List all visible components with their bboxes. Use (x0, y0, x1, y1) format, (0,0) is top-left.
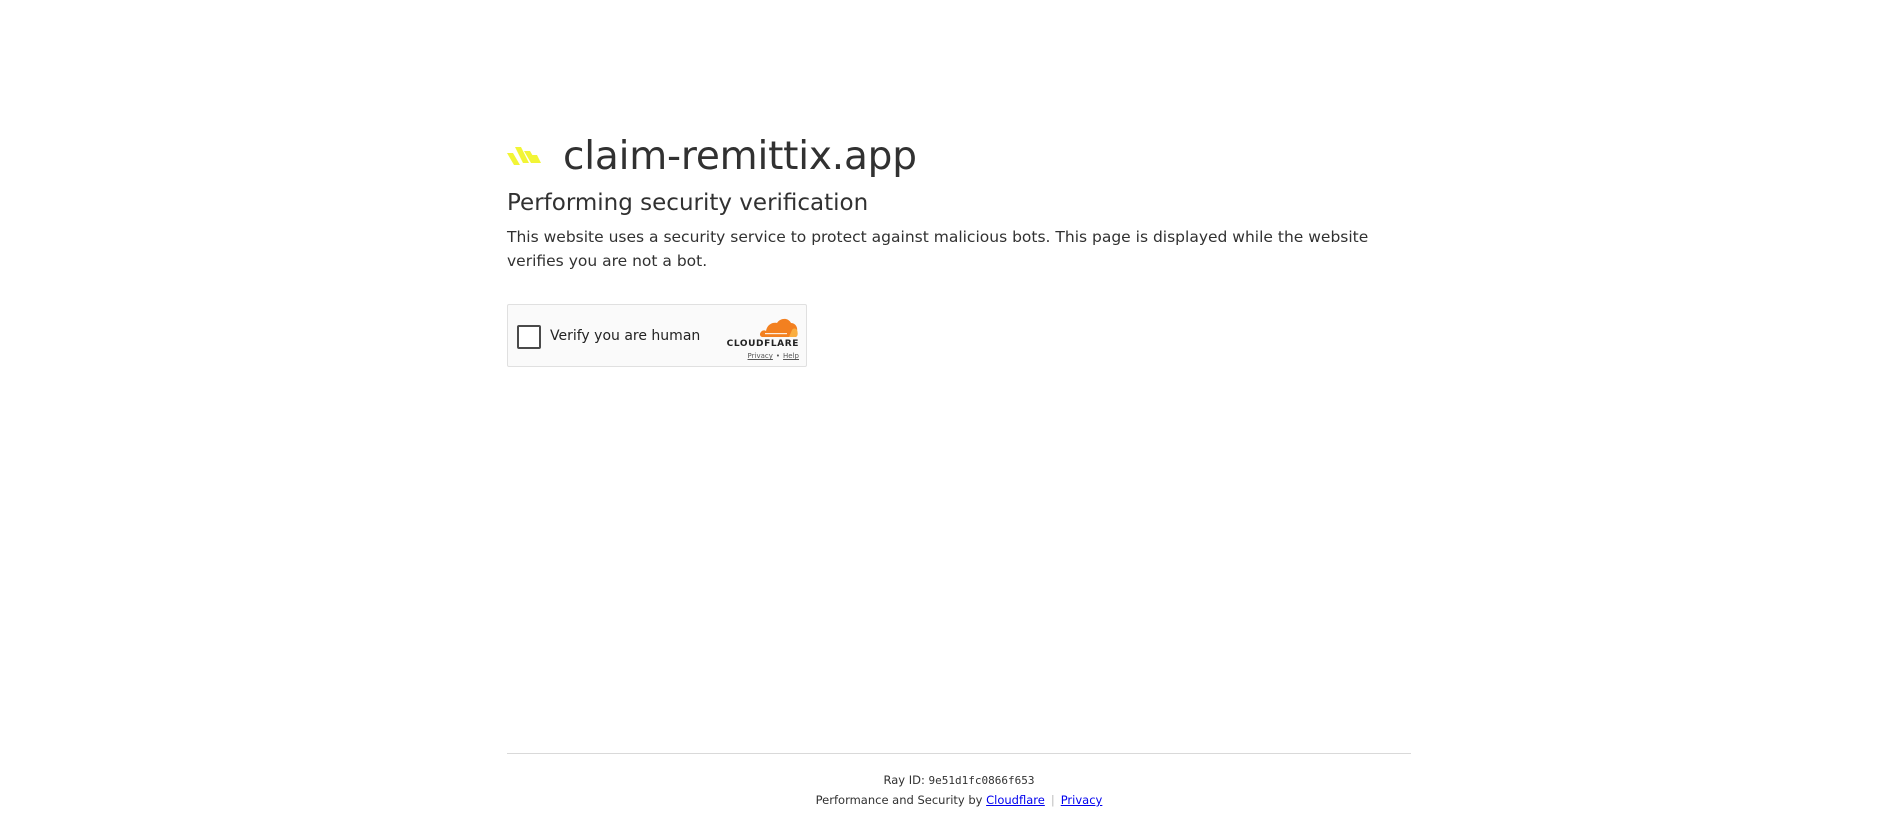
verify-checkbox[interactable] (517, 325, 541, 349)
widget-privacy-link[interactable]: Privacy (748, 352, 773, 360)
widget-help-link[interactable]: Help (783, 352, 799, 360)
footer-separator: | (1050, 793, 1055, 807)
verify-label: Verify you are human (550, 328, 701, 344)
turnstile-widget: Verify you are human CLOUDFLARE Privacy •… (507, 304, 807, 367)
performance-label: Performance and Security by (815, 793, 983, 807)
widget-links: Privacy • Help (748, 352, 799, 360)
cloudflare-branding: CLOUDFLARE Privacy • Help (723, 316, 799, 362)
ray-id-value: 9e51d1fc0866f653 (928, 774, 1035, 787)
site-name: claim-remittix.app (563, 133, 917, 179)
page-heading: Performing security verification (507, 190, 869, 216)
cloudflare-wordmark: CLOUDFLARE (726, 339, 799, 349)
performance-line: Performance and Security by Cloudflare | P… (507, 792, 1411, 808)
page-description: This website uses a security service to … (507, 228, 1369, 270)
cloudflare-link[interactable]: Cloudflare (986, 793, 1045, 807)
widget-link-separator: • (775, 352, 781, 360)
remittix-logo-icon (507, 147, 541, 165)
ray-id-label: Ray ID: (883, 773, 925, 787)
footer-privacy-link[interactable]: Privacy (1061, 793, 1103, 807)
footer: Ray ID: 9e51d1fc0866f653 Performance and… (507, 753, 1411, 808)
cloudflare-cloud-icon (759, 318, 798, 337)
site-header: claim-remittix.app (507, 128, 917, 184)
ray-id-line: Ray ID: 9e51d1fc0866f653 (507, 772, 1411, 789)
